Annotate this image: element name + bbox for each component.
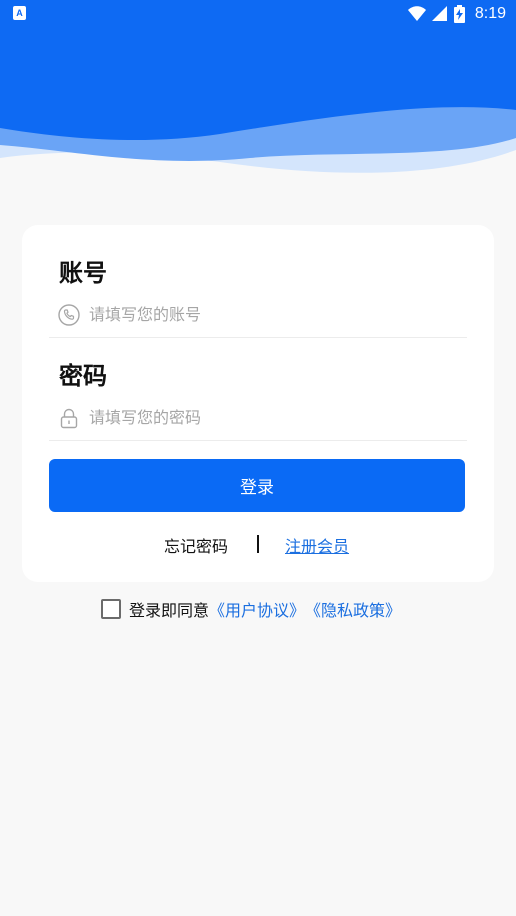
password-field-row: [49, 395, 467, 441]
phone-icon: [58, 303, 80, 326]
wave-background: [0, 0, 516, 190]
links-divider: [257, 535, 259, 553]
password-label: 密码: [59, 362, 107, 390]
password-input[interactable]: [89, 402, 449, 433]
wifi-icon: [407, 6, 426, 21]
forgot-password-link[interactable]: 忘记密码: [164, 533, 228, 557]
lock-icon: [58, 407, 80, 429]
status-time: 8:19: [474, 5, 506, 22]
account-field-row: [49, 292, 467, 338]
privacy-policy-link[interactable]: 《隐私政策》: [305, 597, 401, 621]
agreement-row: 登录即同意 《用户协议》 《隐私政策》: [101, 597, 401, 621]
user-agreement-link[interactable]: 《用户协议》: [209, 597, 305, 621]
status-bar: A 8:19: [0, 0, 516, 28]
signal-icon: [431, 6, 447, 21]
auth-links-row: 忘记密码 注册会员: [22, 533, 494, 557]
register-link[interactable]: 注册会员: [285, 533, 349, 557]
header-wave-banner: [0, 0, 516, 190]
status-icons: 8:19: [407, 4, 506, 24]
app-notification-icon: A: [13, 6, 26, 20]
account-label: 账号: [59, 259, 107, 287]
login-card: 账号 密码 登录 忘记密码 注册会员: [22, 225, 494, 582]
battery-charging-icon: [453, 5, 465, 23]
login-button[interactable]: 登录: [49, 459, 465, 512]
agreement-checkbox[interactable]: [101, 599, 121, 619]
agreement-prefix: 登录即同意: [129, 601, 210, 620]
account-input[interactable]: [89, 299, 449, 330]
